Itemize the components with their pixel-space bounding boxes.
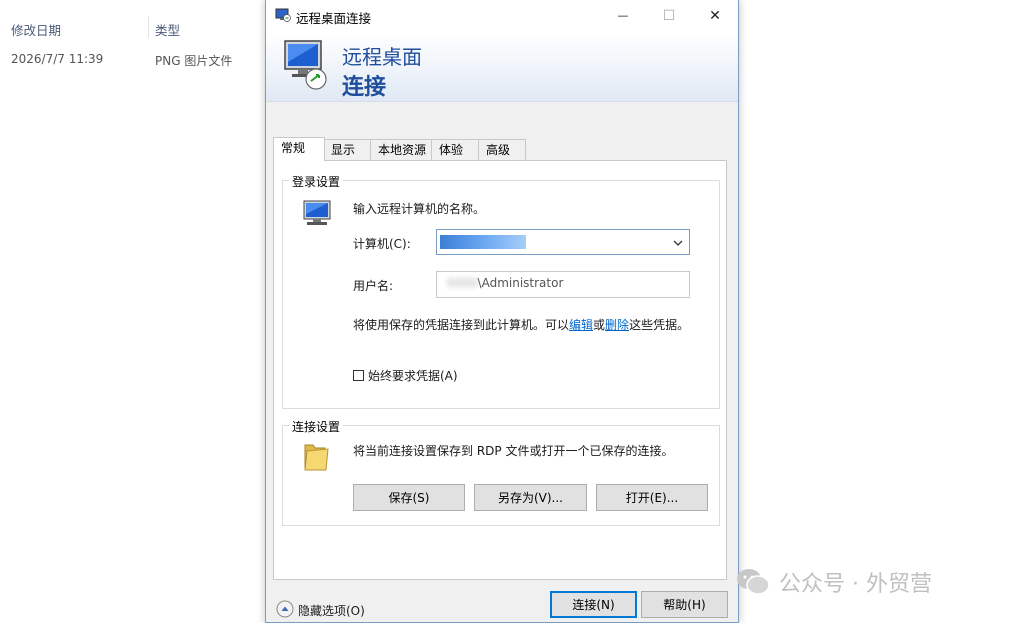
computer-icon — [303, 200, 331, 225]
connection-settings-title: 连接设置 — [289, 418, 344, 435]
save-as-button[interactable]: 另存为(V)... — [474, 484, 587, 511]
watermark-text: 公众号 · 外贸营 — [779, 572, 932, 597]
help-button[interactable]: 帮助(H) — [641, 591, 728, 618]
always-ask-credentials-label[interactable]: 始终要求凭据(A) — [368, 367, 458, 384]
close-icon: ✕ — [709, 7, 721, 24]
connect-button[interactable]: 连接(N) — [550, 591, 637, 618]
banner-title-line1: 远程桌面 — [342, 45, 422, 69]
banner-title-line2: 连接 — [342, 75, 387, 100]
tab-general[interactable]: 常规 — [273, 137, 325, 161]
username-suffix: \Administrator — [477, 276, 564, 290]
tab-experience[interactable]: 体验 — [431, 139, 479, 160]
tab-advanced[interactable]: 高级 — [478, 139, 526, 160]
maximize-icon: ☐ — [662, 7, 676, 24]
title-bar[interactable]: 远程桌面连接 — ☐ ✕ — [266, 0, 738, 31]
column-header-modified-date[interactable]: 修改日期 — [11, 20, 61, 39]
connection-settings-description: 将当前连接设置保存到 RDP 文件或打开一个已保存的连接。 — [353, 444, 674, 458]
window-title: 远程桌面连接 — [296, 11, 372, 26]
computer-input-value — [440, 235, 526, 249]
saved-credentials-text: 将使用保存的凭据连接到此计算机。可以编辑或删除这些凭据。 — [353, 316, 689, 333]
wechat-icon — [737, 569, 770, 595]
watermark: 公众号 · 外贸营 — [735, 566, 932, 598]
file-modified-date: 2026/7/7 11:39 — [11, 52, 104, 66]
tab-display[interactable]: 显示 — [323, 139, 371, 160]
username-field[interactable]: 0000\Administrator — [436, 271, 690, 298]
edit-credentials-link[interactable]: 编辑 — [569, 318, 593, 332]
file-type: PNG 图片文件 — [155, 54, 233, 68]
remote-desktop-dialog: 远程桌面连接 — ☐ ✕ 远程桌面 连接 常规 显示 本地资源 体验 高级 登录… — [265, 0, 739, 623]
general-tab-panel: 登录设置 输入远程计算机的名称。 计算机(C): 用户名: 0000\Admin — [273, 160, 727, 580]
computer-label: 计算机(C): — [353, 237, 411, 251]
connection-settings-group: 连接设置 将当前连接设置保存到 RDP 文件或打开一个已保存的连接。 保存(S)… — [282, 418, 720, 526]
hide-options-label[interactable]: 隐藏选项(O) — [298, 602, 365, 619]
always-ask-credentials-checkbox[interactable] — [353, 370, 364, 381]
credentials-or-text: 或 — [593, 318, 606, 332]
chevron-down-icon[interactable] — [673, 239, 683, 247]
username-redacted: 0000 — [447, 276, 478, 290]
folder-icon — [304, 444, 329, 471]
computer-combobox[interactable] — [436, 229, 690, 255]
remote-desktop-app-icon — [275, 8, 291, 22]
maximize-button[interactable]: ☐ — [646, 0, 692, 31]
tab-local-resources[interactable]: 本地资源 — [370, 139, 432, 160]
computer-name-instruction: 输入远程计算机的名称。 — [353, 202, 486, 216]
username-label: 用户名: — [353, 279, 394, 293]
credentials-text-suffix: 这些凭据。 — [629, 318, 690, 332]
column-header-type[interactable]: 类型 — [155, 20, 180, 39]
login-settings-title: 登录设置 — [289, 173, 344, 190]
minimize-button[interactable]: — — [600, 0, 646, 31]
login-settings-group: 登录设置 输入远程计算机的名称。 计算机(C): 用户名: 0000\Admin — [282, 173, 720, 409]
chevron-up-circle-icon[interactable] — [276, 600, 294, 618]
dialog-banner: 远程桌面 连接 — [266, 31, 738, 102]
delete-credentials-link[interactable]: 删除 — [605, 318, 629, 332]
column-separator[interactable] — [148, 16, 149, 38]
remote-desktop-monitor-icon — [284, 40, 327, 90]
close-button[interactable]: ✕ — [692, 0, 738, 31]
credentials-text-prefix: 将使用保存的凭据连接到此计算机。可以 — [353, 318, 570, 332]
open-button[interactable]: 打开(E)... — [596, 484, 708, 511]
minimize-icon: — — [617, 9, 629, 22]
save-button[interactable]: 保存(S) — [353, 484, 465, 511]
